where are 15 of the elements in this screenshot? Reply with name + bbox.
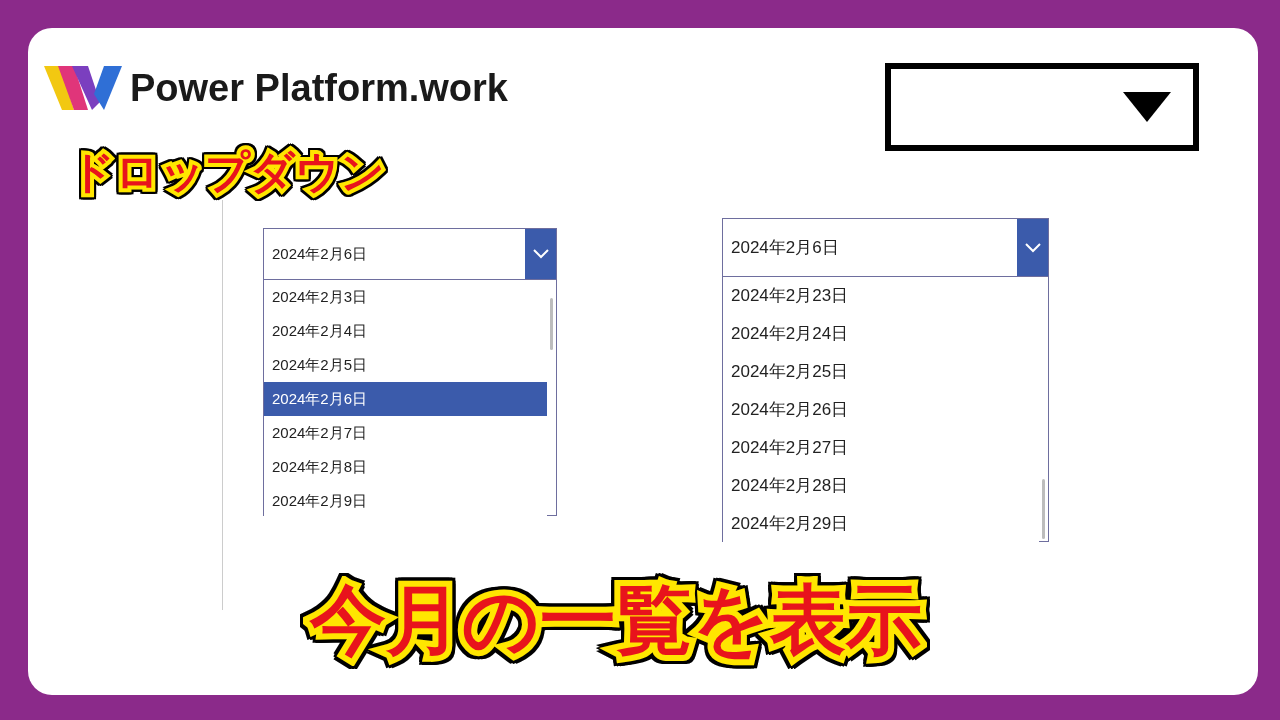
logo-icon xyxy=(44,64,122,112)
dropdown-field[interactable]: 2024年2月6日 xyxy=(263,228,557,280)
chevron-button[interactable] xyxy=(525,229,556,279)
subtitle: ドロップダウン xyxy=(70,150,385,194)
dropdown-option[interactable]: 2024年2月6日 xyxy=(264,382,547,416)
selected-value: 2024年2月6日 xyxy=(271,243,368,264)
chevron-down-icon xyxy=(1024,242,1041,253)
logo-text: Power Platform.work xyxy=(130,69,508,107)
selected-value: 2024年2月6日 xyxy=(730,236,839,259)
scrollbar-thumb[interactable] xyxy=(550,298,553,350)
chevron-down-icon xyxy=(532,249,549,259)
dropdown-field[interactable]: 2024年2月6日 xyxy=(722,218,1049,277)
caret-icon xyxy=(1123,92,1171,122)
scrollbar-thumb[interactable] xyxy=(1042,479,1045,539)
chevron-button[interactable] xyxy=(1017,219,1048,276)
